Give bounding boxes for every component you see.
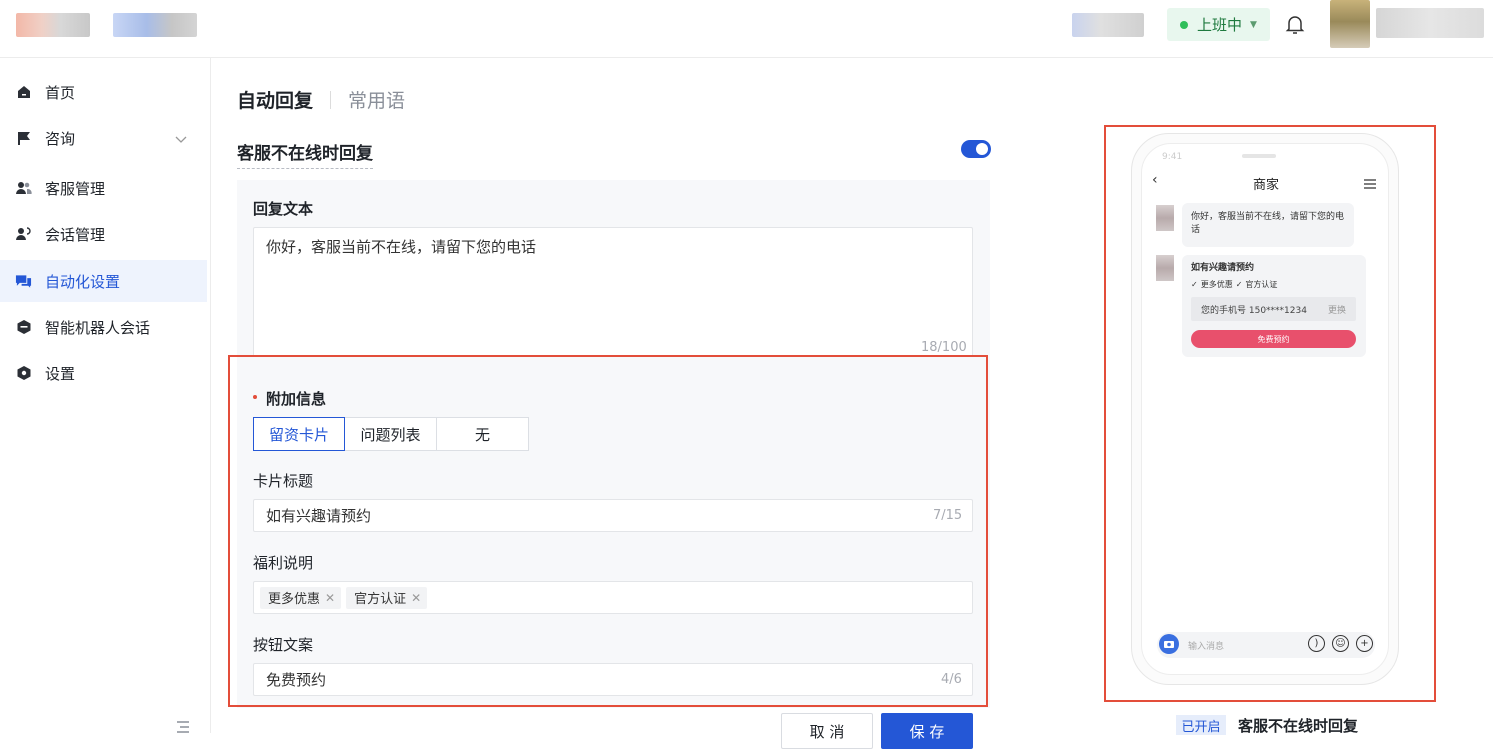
sidebar: 首页 咨询 客服管理 会话管理 自动化设置 智能机器人会话 设置 bbox=[0, 58, 211, 733]
highlight-box-preview bbox=[1104, 125, 1436, 702]
home-icon bbox=[15, 84, 32, 101]
section-title: 客服不在线时回复 bbox=[237, 139, 373, 169]
product-name bbox=[113, 13, 197, 37]
user-name[interactable] bbox=[1376, 8, 1484, 38]
user-avatar[interactable] bbox=[1330, 0, 1370, 48]
reply-text-value: 你好，客服当前不在线，请留下您的电话 bbox=[266, 238, 537, 256]
tab-auto-reply[interactable]: 自动回复 bbox=[237, 86, 313, 113]
tab-common-phrases[interactable]: 常用语 bbox=[348, 86, 405, 113]
sidebar-item-label: 自动化设置 bbox=[45, 272, 121, 291]
work-status-label: 上班中 bbox=[1197, 16, 1243, 34]
top-bar: 上班中 ▼ bbox=[0, 0, 1493, 58]
sidebar-item-home[interactable]: 首页 bbox=[0, 71, 207, 113]
reply-text-label: 回复文本 bbox=[253, 200, 314, 218]
sidebar-item-consult[interactable]: 咨询 bbox=[0, 117, 207, 159]
bell-icon[interactable] bbox=[1285, 14, 1305, 36]
flag-icon bbox=[15, 130, 32, 147]
chat-bubbles-icon bbox=[15, 273, 32, 290]
sidebar-item-session-management[interactable]: 会话管理 bbox=[0, 213, 207, 255]
save-button[interactable]: 保 存 bbox=[881, 713, 973, 749]
shop-name bbox=[1072, 13, 1144, 37]
work-status-dropdown[interactable]: 上班中 ▼ bbox=[1167, 8, 1270, 41]
user-chat-icon bbox=[15, 226, 32, 243]
collapse-sidebar-icon[interactable] bbox=[176, 718, 190, 737]
offline-reply-toggle[interactable] bbox=[961, 140, 991, 158]
status-badge: 已开启 bbox=[1176, 715, 1226, 735]
reply-text-counter: 18/100 bbox=[921, 340, 967, 355]
sidebar-item-automation-settings[interactable]: 自动化设置 bbox=[0, 260, 207, 302]
robot-icon bbox=[15, 319, 32, 336]
caret-down-icon: ▼ bbox=[1250, 19, 1257, 30]
chevron-down-icon bbox=[175, 130, 187, 148]
logo bbox=[16, 13, 90, 37]
tab-divider bbox=[330, 90, 332, 109]
cancel-button[interactable]: 取 消 bbox=[781, 713, 873, 749]
online-dot-icon bbox=[1180, 20, 1188, 29]
sidebar-item-label: 智能机器人会话 bbox=[45, 318, 151, 337]
page-tabs: 自动回复 常用语 bbox=[237, 86, 405, 113]
option-lead-card[interactable]: 留资卡片 bbox=[253, 417, 345, 451]
toggle-knob bbox=[976, 143, 988, 155]
hexagon-settings-icon bbox=[15, 365, 32, 382]
sidebar-item-label: 咨询 bbox=[45, 129, 76, 148]
users-icon bbox=[15, 180, 32, 197]
sidebar-item-label: 设置 bbox=[45, 364, 76, 383]
reply-text-input[interactable]: 你好，客服当前不在线，请留下您的电话 bbox=[253, 227, 973, 357]
sidebar-item-label: 首页 bbox=[45, 83, 76, 102]
sidebar-item-settings[interactable]: 设置 bbox=[0, 352, 207, 394]
sidebar-item-agent-management[interactable]: 客服管理 bbox=[0, 167, 207, 209]
sidebar-item-label: 客服管理 bbox=[45, 179, 106, 198]
sidebar-item-robot-session[interactable]: 智能机器人会话 bbox=[0, 306, 207, 348]
highlight-box-form bbox=[228, 355, 988, 707]
sidebar-item-label: 会话管理 bbox=[45, 225, 106, 244]
